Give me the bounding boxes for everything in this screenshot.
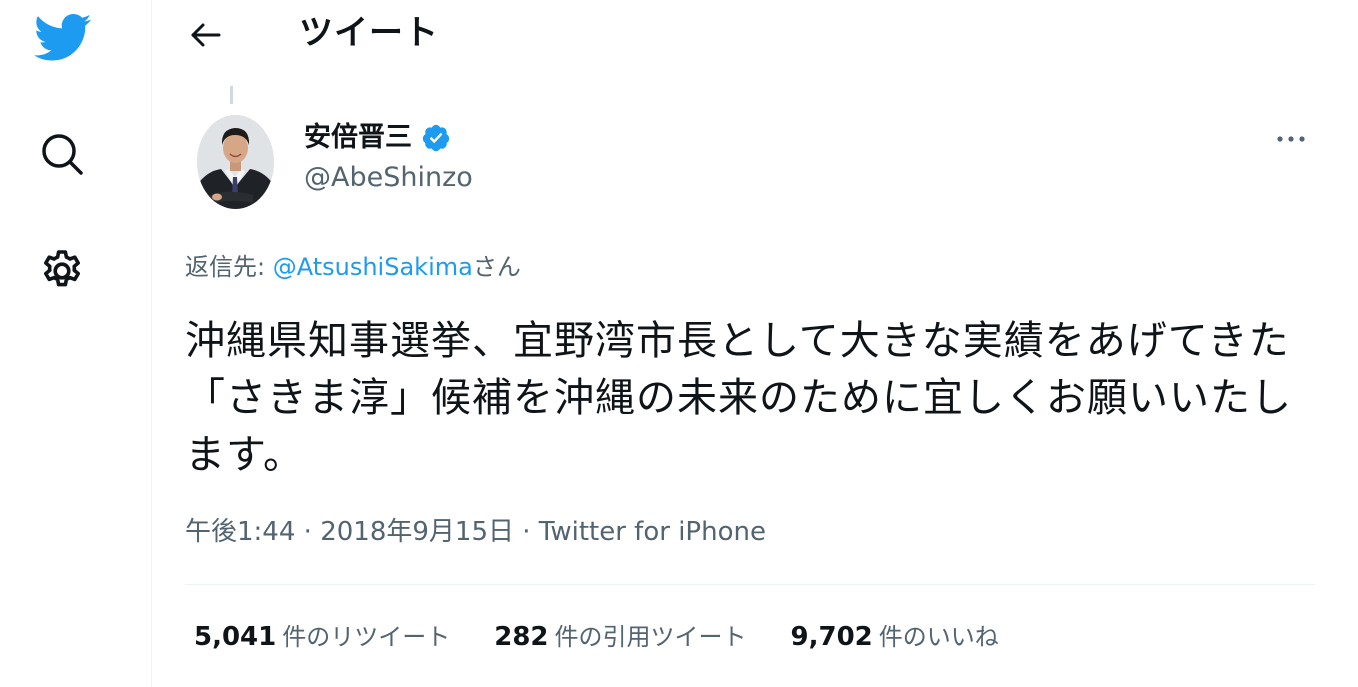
likes-count: 9,702 <box>790 622 873 652</box>
search-icon[interactable] <box>34 126 90 182</box>
gear-icon-svg <box>44 250 80 287</box>
page-header: ツイート <box>152 0 1358 70</box>
retweets-count: 5,041 <box>194 622 277 652</box>
quotes-count: 282 <box>494 622 549 652</box>
retweets-label: 件のリツイート <box>282 623 451 651</box>
avatar[interactable] <box>197 115 274 209</box>
page-title: ツイート <box>299 13 439 53</box>
gear-icon[interactable] <box>34 243 90 299</box>
reply-prefix: 返信先: <box>185 253 273 281</box>
meta-separator: · <box>513 517 539 547</box>
search-icon-svg <box>42 134 83 175</box>
thread-connector-line <box>230 86 233 104</box>
divider <box>185 584 1315 585</box>
reply-context: 返信先: @AtsushiSakimaさん <box>185 251 521 283</box>
more-dots-icon-svg <box>1277 136 1305 142</box>
verified-badge-icon <box>421 123 451 153</box>
retweets-stat[interactable]: 5,041 件のリツイート <box>194 621 450 653</box>
quotes-label: 件の引用ツイート <box>554 623 747 651</box>
quotes-stat[interactable]: 282 件の引用ツイート <box>494 621 746 653</box>
twitter-bird-icon-svg <box>34 14 92 61</box>
tweet-source: Twitter for iPhone <box>538 517 766 547</box>
back-arrow-icon[interactable] <box>182 12 230 58</box>
author-handle[interactable]: @AbeShinzo <box>304 161 473 195</box>
reply-suffix: さん <box>472 253 521 281</box>
meta-separator: · <box>295 517 321 547</box>
likes-stat[interactable]: 9,702 件のいいね <box>791 621 999 653</box>
app-root: ツイート 安倍晋三 @AbeShinzo 返信先: @AtsushiSakima… <box>0 0 1358 687</box>
likes-label: 件のいいね <box>878 623 999 651</box>
avatar-image <box>197 115 274 209</box>
back-arrow-icon-svg <box>191 23 221 47</box>
author-name[interactable]: 安倍晋三 <box>304 121 451 155</box>
sidebar-nav <box>0 0 152 687</box>
reply-mention-link[interactable]: @AtsushiSakima <box>273 253 473 281</box>
tweet-stats: 5,041 件のリツイート 282 件の引用ツイート 9,702 件のいいね <box>194 621 1043 653</box>
tweet-meta: 午後1:44 · 2018年9月15日 · Twitter for iPhone <box>185 515 766 549</box>
tweet-date[interactable]: 2018年9月15日 <box>320 517 514 547</box>
tweet-text: 沖縄県知事選挙、宜野湾市長として大きな実績をあげてきた「さきま淳」候補を沖縄の未… <box>185 318 1292 478</box>
twitter-bird-icon[interactable] <box>28 8 98 68</box>
verified-badge-icon-svg <box>422 124 450 152</box>
more-dots-icon[interactable] <box>1268 122 1314 156</box>
author-name-text: 安倍晋三 <box>304 122 412 153</box>
tweet-time[interactable]: 午後1:44 <box>185 517 295 547</box>
